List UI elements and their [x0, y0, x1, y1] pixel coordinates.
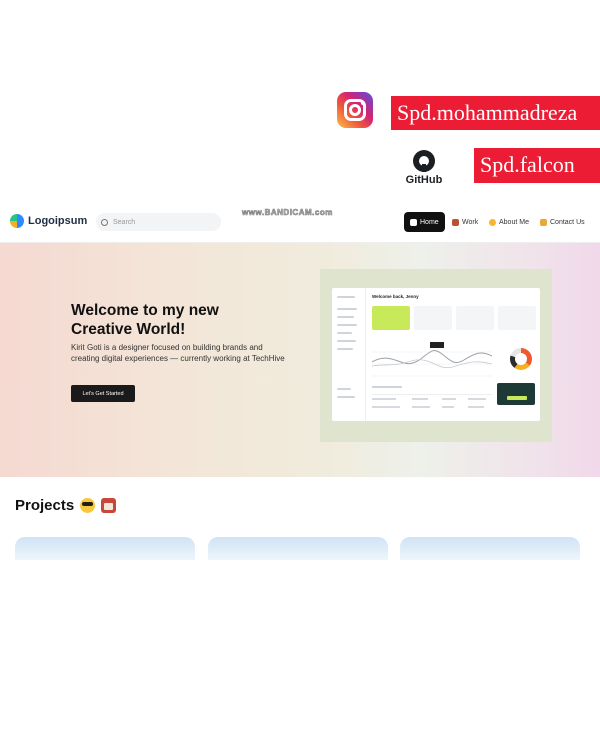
nav-home-label: Home	[420, 218, 439, 226]
smile-icon	[489, 218, 496, 226]
contact-icon	[540, 218, 547, 226]
mock-sidebar	[332, 288, 366, 421]
github-icon	[413, 150, 435, 172]
mock-greeting: Welcome back, Jenny	[372, 294, 419, 299]
dashboard-preview: Welcome back, Jenny	[320, 269, 552, 442]
github-word: GitHub	[405, 174, 443, 186]
nav-about[interactable]: About Me	[483, 212, 535, 232]
bandicam-watermark: www.BANDICAM.com	[242, 208, 333, 218]
mock-stat-card	[456, 306, 494, 330]
hero-section: Welcome to my new Creative World! Kirit …	[0, 243, 600, 477]
nav-contact-label: Contact Us	[550, 218, 585, 226]
projects-title: Projects	[15, 497, 75, 514]
mock-stat-card	[372, 306, 410, 330]
logo[interactable]: Logoipsum	[10, 214, 87, 228]
github-handle: Spd.falcon	[474, 148, 600, 183]
mock-table	[372, 386, 492, 408]
top-nav: Logoipsum Search www.BANDICAM.com Home W…	[0, 200, 600, 243]
cool-face-emoji-icon	[80, 498, 96, 513]
search-placeholder: Search	[113, 218, 136, 226]
github-logo: GitHub	[402, 150, 446, 186]
nav-work[interactable]: Work	[446, 212, 484, 232]
mock-donut-chart	[510, 348, 532, 370]
project-card[interactable]	[15, 537, 195, 560]
instagram-icon	[337, 92, 373, 128]
logo-icon	[10, 214, 24, 228]
hero-title: Welcome to my new Creative World!	[71, 302, 219, 338]
nav-contact[interactable]: Contact Us	[534, 212, 591, 232]
mock-stat-card	[498, 306, 536, 330]
instagram-handle: Spd.mohammadreza	[391, 96, 600, 130]
briefcase-emoji-icon	[101, 498, 117, 513]
nav-home[interactable]: Home	[404, 212, 445, 232]
search-icon	[101, 218, 108, 226]
project-card[interactable]	[208, 537, 388, 560]
mock-promo-card	[497, 383, 535, 405]
get-started-button[interactable]: Let's Get Started	[71, 385, 135, 402]
nav-about-label: About Me	[499, 218, 529, 226]
dashboard-mockup: Welcome back, Jenny	[332, 288, 540, 421]
projects-heading: Projects	[15, 497, 117, 514]
briefcase-icon	[452, 218, 459, 226]
hero-description: Kirit Goti is a designer focused on buil…	[71, 343, 285, 363]
mock-line-chart	[372, 342, 492, 377]
search-input[interactable]: Search	[96, 213, 221, 231]
mock-stat-card	[414, 306, 452, 330]
nav-work-label: Work	[462, 218, 479, 226]
home-icon	[410, 218, 417, 226]
portfolio-page: Logoipsum Search www.BANDICAM.com Home W…	[0, 200, 600, 560]
project-card[interactable]	[400, 537, 580, 560]
logo-text: Logoipsum	[28, 215, 88, 227]
video-frame: Spd.mohammadreza GitHub Spd.falcon Logoi…	[0, 0, 600, 749]
